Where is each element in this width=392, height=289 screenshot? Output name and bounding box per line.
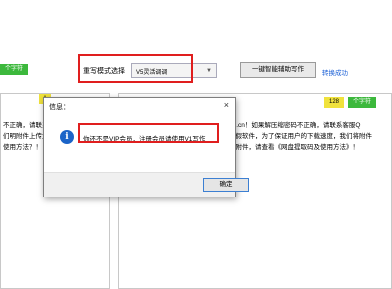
rewrite-mode-select[interactable]: V5灵活调调 ▼ [131, 63, 217, 78]
dialog-footer: 确定 [44, 172, 249, 197]
result-line: 69.cn！如果解压缩密码不正确，请联系客服Q [229, 122, 361, 129]
rewrite-mode-label: 重写模式选择 [83, 68, 125, 75]
dialog-titlebar[interactable]: 信息： × [44, 98, 235, 114]
info-icon: i [60, 130, 74, 144]
result-line: 盘附件，请查看《网盘提取码及使用方法》！ [229, 144, 359, 151]
dialog-title: 信息： [49, 104, 70, 111]
result-line: 恐假软件，为了保证用户的下载速度，我们将附件 [229, 133, 372, 140]
word-count-badge-right: 个字符 [348, 97, 376, 108]
info-dialog: 信息： × i 你还不是VIP会员，注册会员请使用V1写作 确定 [43, 97, 249, 197]
chevron-down-icon[interactable]: ▼ [205, 67, 213, 75]
rewrite-mode-value: V5灵活调调 [136, 70, 168, 76]
ok-button[interactable]: 确定 [203, 178, 249, 192]
dialog-message: 你还不是VIP会员，注册会员请使用V1写作 [83, 136, 206, 143]
app-window: 个字符 重写模式选择 V5灵活调调 ▼ 一键智能辅助写作 转换成功 1 不正确，… [0, 0, 392, 289]
convert-status-text: 转换成功 [322, 70, 348, 77]
top-strip [0, 0, 392, 60]
close-icon[interactable]: × [224, 100, 229, 110]
result-text[interactable]: 69.cn！如果解压缩密码不正确，请联系客服Q 恐假软件，为了保证用户的下载速度… [229, 120, 389, 153]
word-count-badge-left: 个字符 [0, 64, 28, 75]
dialog-body: i 你还不是VIP会员，注册会员请使用V1写作 [44, 114, 235, 172]
char-count-badge-right: 128 [324, 97, 344, 108]
smart-rewrite-button[interactable]: 一键智能辅助写作 [240, 62, 316, 78]
